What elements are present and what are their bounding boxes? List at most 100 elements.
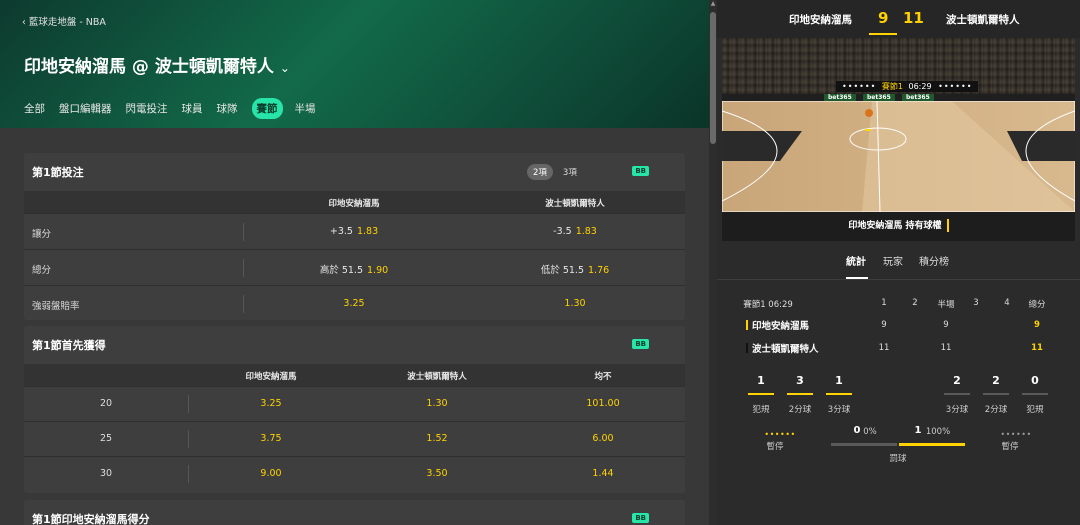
tab-all[interactable]: 全部 bbox=[24, 98, 45, 119]
bet-builder-badge: BB bbox=[632, 339, 649, 349]
odds-value: 1.83 bbox=[575, 226, 597, 237]
team-a-2pt-label: 2分球 bbox=[788, 405, 812, 415]
handicap-value: +3.5 bbox=[329, 226, 353, 237]
way-toggle: 2項 3項 bbox=[527, 164, 587, 180]
tab-bet-builder[interactable]: 盤口編輯器 bbox=[59, 98, 112, 119]
box-team-a-name: 印地安納溜馬 bbox=[752, 321, 810, 332]
odds-cell[interactable]: 101.00 bbox=[586, 398, 619, 409]
toggle-3way[interactable]: 3項 bbox=[557, 164, 583, 180]
box-header-total: 總分 bbox=[1028, 300, 1046, 310]
stats-tabs: 統計 玩家 積分榜 bbox=[717, 252, 1080, 280]
bet-builder-badge: BB bbox=[632, 166, 649, 176]
odds-cell[interactable]: 1.44 bbox=[592, 468, 613, 479]
row-label: 強弱盤賠率 bbox=[32, 301, 80, 312]
stat-underline bbox=[944, 393, 970, 395]
market-panel-quarter1-betting: 第1節投注 2項 3項 BB 印地安納溜馬 波士頓凱爾特人 讓分 +3.5 1.8… bbox=[24, 153, 685, 320]
odds-cell[interactable]: 1.52 bbox=[426, 433, 447, 444]
tab-stats[interactable]: 統計 bbox=[846, 253, 866, 268]
odds-cell[interactable]: -3.5 1.83 bbox=[553, 226, 597, 237]
panel-title: 第1節首先獲得 bbox=[32, 339, 106, 352]
tab-players[interactable]: 球員 bbox=[182, 98, 203, 119]
stat-underline bbox=[748, 393, 774, 395]
odds-cell[interactable]: 高於 51.5 1.90 bbox=[320, 262, 388, 276]
box-team-a-total: 9 bbox=[1034, 320, 1040, 330]
odds-cell[interactable]: +3.5 1.83 bbox=[330, 226, 378, 237]
team-b-3pt-label: 3分球 bbox=[945, 405, 969, 415]
team-a-3pt-label: 3分球 bbox=[827, 405, 851, 415]
free-throw-a-bar bbox=[831, 443, 897, 446]
box-team-b-q1: 11 bbox=[878, 343, 890, 353]
divider bbox=[188, 395, 189, 413]
box-header-q4: 4 bbox=[1004, 298, 1010, 308]
row-label: 讓分 bbox=[32, 229, 52, 240]
free-throw-a-pct: 0% bbox=[863, 427, 877, 437]
column-headers: 印地安納溜馬 波士頓凱爾特人 bbox=[24, 191, 685, 213]
box-team-b-half: 11 bbox=[940, 343, 952, 353]
live-match-panel: 印地安納溜馬 9 11 波士頓凱爾特人 •••••• 賽節1 06:29 •••… bbox=[717, 0, 1080, 525]
breadcrumb-label: 藍球走地盤 - NBA bbox=[28, 17, 106, 28]
odds-cell[interactable]: 3.25 bbox=[343, 298, 364, 309]
points-threshold: 20 bbox=[99, 398, 113, 409]
match-title-label: 印地安納溜馬 @ 波士頓凱爾特人 bbox=[24, 57, 274, 77]
column-headers: 印地安納溜馬 波士頓凱爾特人 均不 bbox=[24, 364, 685, 386]
table-row: 讓分 +3.5 1.83 -3.5 1.83 bbox=[24, 213, 685, 249]
game-clock: •••••• 賽節1 06:29 •••••• bbox=[836, 81, 979, 92]
tab-half[interactable]: 半場 bbox=[295, 98, 316, 119]
bet-builder-badge: BB bbox=[632, 513, 649, 523]
team-a-name: 印地安納溜馬 bbox=[789, 14, 852, 26]
odds-cell[interactable]: 1.30 bbox=[426, 398, 447, 409]
scrollbar[interactable]: ▲ bbox=[709, 0, 717, 525]
odds-cell[interactable]: 1.30 bbox=[564, 298, 585, 309]
tab-teams[interactable]: 球隊 bbox=[217, 98, 238, 119]
handicap-value: -3.5 bbox=[553, 226, 572, 237]
tab-standings[interactable]: 積分榜 bbox=[919, 253, 949, 268]
stat-underline bbox=[983, 393, 1009, 395]
table-row: 總分 高於 51.5 1.90 低於 51.5 1.76 bbox=[24, 249, 685, 285]
toggle-2way[interactable]: 2項 bbox=[527, 164, 553, 180]
panel-header[interactable]: 第1節首先獲得 BB bbox=[24, 326, 685, 364]
box-header-q3: 3 bbox=[973, 298, 979, 308]
free-throw-label: 罰球 bbox=[889, 454, 907, 464]
clock-time: 06:29 bbox=[908, 82, 932, 91]
tab-quarters[interactable]: 賽節 bbox=[251, 98, 283, 119]
divider bbox=[243, 223, 244, 241]
odds-cell[interactable]: 3.75 bbox=[260, 433, 281, 444]
stat-underline bbox=[787, 393, 813, 395]
team-b-name: 波士頓凱爾特人 bbox=[946, 14, 1020, 26]
team-b-fouls-label: 犯規 bbox=[1026, 405, 1044, 415]
tab-flash-bet[interactable]: 閃電投注 bbox=[126, 98, 168, 119]
team-a-2pt-value: 3 bbox=[796, 374, 804, 387]
scroll-thumb[interactable] bbox=[710, 12, 716, 144]
markets-column: ‹ 藍球走地盤 - NBA 印地安納溜馬 @ 波士頓凱爾特人 ⌄ 全部 盤口編輯器 … bbox=[0, 0, 709, 525]
odds-cell[interactable]: 6.00 bbox=[592, 433, 613, 444]
odds-cell[interactable]: 3.50 bbox=[426, 468, 447, 479]
breadcrumb[interactable]: ‹ 藍球走地盤 - NBA bbox=[22, 14, 106, 28]
box-team-a-half: 9 bbox=[943, 320, 949, 330]
odds-cell[interactable]: 3.25 bbox=[260, 398, 281, 409]
team-b-timeout-label: 暫停 bbox=[1001, 442, 1019, 452]
odds-cell[interactable]: 9.00 bbox=[260, 468, 281, 479]
odds-cell[interactable]: 低於 51.5 1.76 bbox=[541, 262, 609, 276]
possession-label: 印地安納溜馬 持有球權 bbox=[848, 221, 942, 231]
ad-board: bet365 bbox=[863, 94, 895, 101]
col-header-team-a: 印地安納溜馬 bbox=[328, 199, 380, 209]
market-panel-quarter1-race-to: 第1節首先獲得 BB 印地安納溜馬 波士頓凱爾特人 均不 20 3.25 1.3… bbox=[24, 326, 685, 493]
col-header-team-a: 印地安納溜馬 bbox=[245, 372, 297, 382]
team-a-score: 9 bbox=[878, 9, 889, 27]
tab-players[interactable]: 玩家 bbox=[883, 253, 903, 268]
team-b-color-marker bbox=[746, 343, 748, 353]
team-b-2pt-value: 2 bbox=[992, 374, 1000, 387]
match-animation: •••••• 賽節1 06:29 •••••• bet365 bet365 be… bbox=[722, 38, 1075, 241]
panel-header[interactable]: 第1節投注 2項 3項 BB bbox=[24, 153, 685, 191]
team-b-3pt-value: 2 bbox=[953, 374, 961, 387]
team-a-timeout-label: 暫停 bbox=[766, 442, 784, 452]
table-row: 25 3.75 1.52 6.00 bbox=[24, 421, 685, 456]
panel-header[interactable]: 第1節印地安納溜馬得分 BB bbox=[24, 500, 685, 525]
match-title[interactable]: 印地安納溜馬 @ 波士頓凱爾特人 ⌄ bbox=[24, 52, 290, 77]
clock-quarter: 賽節1 bbox=[881, 82, 903, 91]
timeout-dots-b: •••••• bbox=[938, 82, 973, 91]
team-b-fouls-value: 0 bbox=[1031, 374, 1039, 387]
team-b-2pt-label: 2分球 bbox=[984, 405, 1008, 415]
scroll-up-arrow-icon[interactable]: ▲ bbox=[710, 0, 716, 8]
box-header-half: 半場 bbox=[937, 300, 955, 310]
